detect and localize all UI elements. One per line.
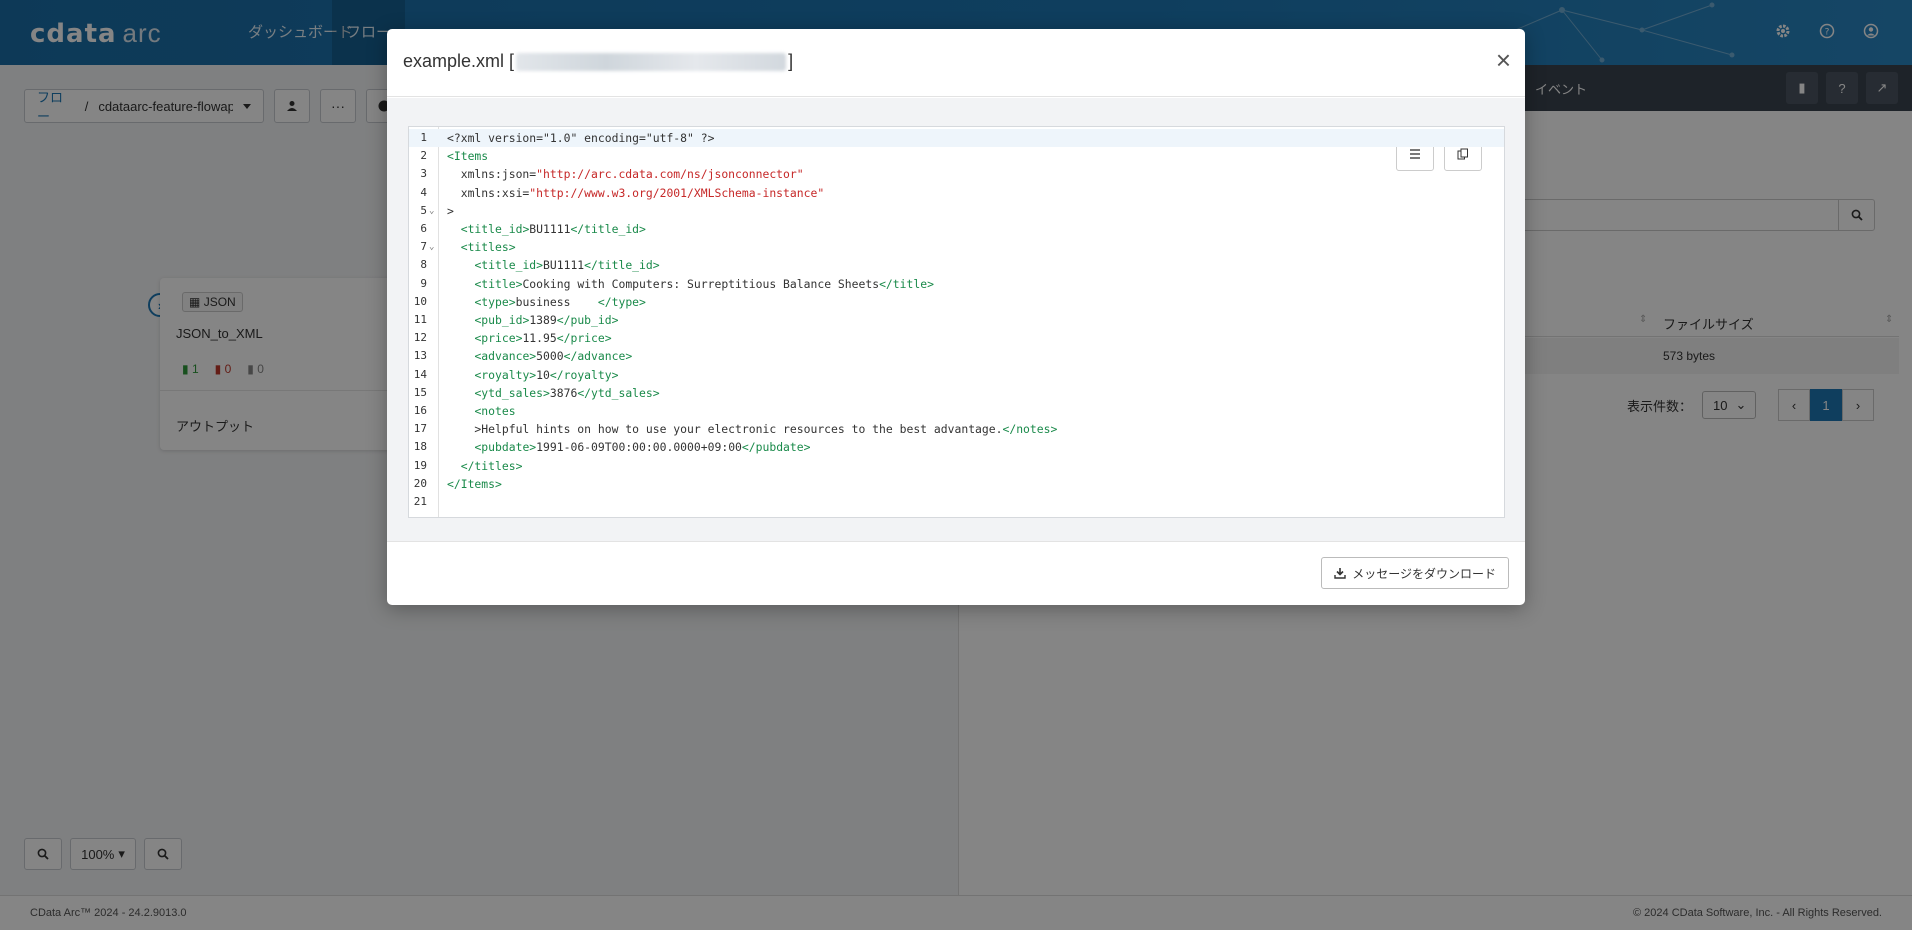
- download-message-button[interactable]: メッセージをダウンロード: [1321, 557, 1509, 589]
- code-line: 13 <advance>5000</advance>: [409, 347, 1504, 365]
- code-text: <title>Cooking with Computers: Surreptit…: [474, 276, 934, 291]
- code-line: 12 <price>11.95</price>: [409, 329, 1504, 347]
- line-number: 21: [413, 495, 427, 508]
- close-icon[interactable]: ×: [1496, 47, 1511, 73]
- code-text: <pubdate>1991-06-09T00:00:00.0000+09:00<…: [474, 440, 811, 455]
- line-number: 14: [413, 367, 427, 381]
- code-line: 15 <ytd_sales>3876</ytd_sales>: [409, 384, 1504, 402]
- code-line: 14 <royalty>10</royalty>: [409, 366, 1504, 384]
- code-text: <titles>: [460, 240, 516, 255]
- line-number: 13: [413, 349, 427, 363]
- code-line: 5 ⌄ >: [409, 202, 1504, 220]
- code-text: xmlns:xsi="http://www.w3.org/2001/XMLSch…: [447, 185, 825, 200]
- line-number: 10: [413, 294, 427, 308]
- code-text: <?xml version="1.0" encoding="utf-8" ?>: [447, 131, 715, 145]
- code-line: 17 >Helpful hints on how to use your ele…: [409, 420, 1504, 438]
- line-number: 12: [413, 331, 427, 345]
- code-text: </Items>: [447, 476, 502, 491]
- line-number: 16: [413, 404, 427, 417]
- code-line: 3 xmlns:json="http://arc.cdata.com/ns/js…: [409, 165, 1504, 183]
- modal-header: example.xml [] ×: [387, 29, 1525, 97]
- code-line: 16 <notes: [409, 402, 1504, 420]
- modal-title: example.xml []: [403, 51, 794, 71]
- code-text: <type>business </type>: [474, 294, 646, 309]
- code-line: 9 <title>Cooking with Computers: Surrept…: [409, 275, 1504, 293]
- code-text: >Helpful hints on how to use your electr…: [447, 422, 1058, 437]
- code-text: <title_id>BU1111</title_id>: [474, 258, 660, 273]
- line-number: 17: [413, 422, 427, 436]
- code-line: 4 xmlns:xsi="http://www.w3.org/2001/XMLS…: [409, 184, 1504, 202]
- line-number: 7: [420, 240, 427, 254]
- line-number: 8: [420, 258, 427, 272]
- fold-icon[interactable]: ⌄: [429, 202, 434, 220]
- download-icon: [1334, 568, 1346, 579]
- code-line: 20 </Items>: [409, 475, 1504, 493]
- line-number: 20: [413, 476, 427, 490]
- code-line: 1 <?xml version="1.0" encoding="utf-8" ?>: [409, 129, 1504, 148]
- code-text: <ytd_sales>3876</ytd_sales>: [474, 385, 660, 400]
- code-line: 10 <type>business </type>: [409, 293, 1504, 311]
- code-line: 18 <pubdate>1991-06-09T00:00:00.0000+09:…: [409, 438, 1504, 456]
- line-number: 4: [420, 185, 427, 199]
- code-line: 21: [409, 493, 1504, 511]
- code-text: <royalty>10</royalty>: [474, 367, 619, 382]
- code-line: 11 <pub_id>1389</pub_id>: [409, 311, 1504, 329]
- redacted-message-id: [516, 52, 787, 71]
- code-text: <title_id>BU1111</title_id>: [460, 222, 646, 236]
- code-line: 7 ⌄ <titles>: [409, 238, 1504, 256]
- code-line: 6 <title_id>BU1111</title_id>: [409, 220, 1504, 238]
- line-number: 11: [413, 313, 427, 326]
- code-text: </titles>: [460, 458, 523, 473]
- line-number: 15: [413, 385, 427, 399]
- code-line: 19 </titles>: [409, 457, 1504, 475]
- code-text: <notes: [474, 404, 516, 418]
- code-editor[interactable]: 1 <?xml version="1.0" encoding="utf-8" ?>…: [408, 126, 1505, 518]
- code-line: 8 <title_id>BU1111</title_id>: [409, 256, 1504, 274]
- line-number: 2: [420, 149, 427, 163]
- code-line: 2 <Items: [409, 147, 1504, 165]
- code-text: <Items: [447, 149, 489, 164]
- line-number: 19: [413, 458, 427, 472]
- code-text: xmlns:json="http://arc.cdata.com/ns/json…: [447, 167, 804, 182]
- line-number: 5: [420, 203, 427, 217]
- line-number: 6: [420, 222, 427, 235]
- code-text: <price>11.95</price>: [474, 331, 612, 346]
- modal-footer: メッセージをダウンロード: [387, 541, 1525, 605]
- code-text: <pub_id>1389</pub_id>: [474, 313, 619, 327]
- code-text: <advance>5000</advance>: [474, 349, 633, 364]
- message-viewer-modal: example.xml [] × 1 <?xml version="1.0" en…: [387, 29, 1525, 605]
- fold-icon[interactable]: ⌄: [429, 238, 434, 256]
- line-number: 18: [413, 440, 427, 454]
- line-number: 1: [420, 131, 427, 144]
- line-number: 3: [420, 167, 427, 181]
- modal-body: 1 <?xml version="1.0" encoding="utf-8" ?>…: [387, 98, 1525, 541]
- line-number: 9: [420, 276, 427, 290]
- code-text: >: [447, 203, 454, 218]
